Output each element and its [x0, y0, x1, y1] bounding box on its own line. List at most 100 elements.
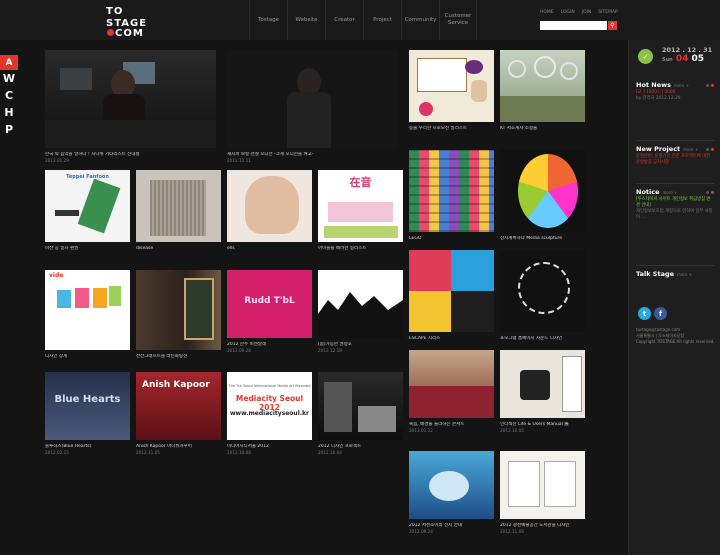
right-sidebar: ✓ 2012 . 12 . 31 Sun 04 05 Hot News more … [628, 40, 720, 555]
project-tile[interactable]: ESCAPE 시리즈 [409, 250, 494, 342]
tile-thumbnail[interactable] [500, 250, 585, 332]
project-tile[interactable]: 인터섹션 Life & Users Manual 展 2012.10.05 [500, 350, 585, 434]
project-tile[interactable]: LEGO [409, 150, 494, 242]
tile-thumbnail[interactable]: 在音 [318, 170, 403, 242]
search-input[interactable] [540, 21, 607, 30]
tile-thumbnail[interactable] [500, 350, 585, 418]
tile-thumbnail[interactable] [136, 270, 221, 350]
notice-more-link[interactable]: more + [663, 190, 678, 195]
tile-thumbnail[interactable] [500, 50, 585, 122]
tile-thumbnail[interactable] [409, 150, 494, 232]
mountain-graphic [318, 292, 403, 338]
project-tile[interactable]: The 7th Seoul International Media Art Bi… [227, 372, 312, 456]
nav-tostage[interactable]: Tostage [249, 0, 287, 40]
tile-thumbnail[interactable]: Rudd T'bL [227, 270, 312, 338]
side-menu-h[interactable]: H [0, 104, 18, 121]
nav-project[interactable]: Project [363, 0, 401, 40]
project-tile[interactable]: Anish Kapoor Anish Kapoor 아니쉬카푸어 2012.11… [136, 372, 221, 456]
tile-thumbnail[interactable]: Teppei Fanfoon [45, 170, 130, 242]
tile-thumbnail[interactable] [409, 250, 494, 332]
util-login-link[interactable]: LOGIN [561, 10, 575, 15]
pager-dots[interactable] [706, 147, 714, 151]
project-tile[interactable]: 한국 락 음악을 말하다 ! 시나위 기타리스트 신대철 2013.01.29 [45, 50, 216, 164]
facebook-icon[interactable]: f [654, 307, 667, 320]
hot-news-body[interactable]: [교 ] 1000 [ ] 0000 by 관리자 2012.12.29 [636, 90, 714, 102]
logo-line-1: TO [106, 6, 124, 17]
tile-thumbnail[interactable] [500, 451, 585, 519]
date-year-month-day: 2012 . 12 . 31 [662, 46, 713, 54]
tile-thumbnail[interactable] [227, 50, 398, 148]
pager-dots[interactable] [706, 190, 714, 194]
util-home-link[interactable]: HOME [540, 10, 554, 15]
project-tile[interactable]: 2012 디자인 프로젝트 2012.10.04 [318, 372, 403, 456]
project-tile[interactable]: KT 서초계사 조형물 [500, 50, 585, 132]
project-tile[interactable]: Teppei Fanfoon 마산 공 일차 편권 [45, 170, 130, 252]
tile-date: 2013.01.12 [409, 428, 433, 433]
talk-stage-more-link[interactable]: more + [677, 272, 692, 277]
tile-thumbnail[interactable]: Blue Hearts [45, 372, 130, 440]
tile-thumbnail[interactable] [318, 372, 403, 440]
side-menu-a[interactable]: A [0, 55, 18, 70]
project-tile[interactable]: 在音 아이들을 배려한 일러스트 [318, 170, 403, 252]
tile-date: 2012.09.24 [409, 529, 433, 534]
project-tile[interactable]: 2012 광천예술공간 도서관을 디자인 2012.11.08 [500, 451, 585, 535]
nav-website[interactable]: Website [287, 0, 325, 40]
nav-community[interactable]: Community [401, 0, 439, 40]
util-join-link[interactable]: JOIN [582, 10, 592, 15]
new-project-more-link[interactable]: more + [683, 147, 698, 152]
project-tile[interactable]: (봄)가능한 권정호 2012.12.18 [318, 270, 403, 354]
notice-body[interactable]: [투스테이지 사이트 개인정보 취급방침 변경 안내] 개인정보보호법 개정으로… [636, 197, 714, 221]
project-tile[interactable]: 전시계획하다 Media sculpture [500, 150, 585, 242]
tile-thumbnail[interactable]: The 7th Seoul International Media Art Bi… [227, 372, 312, 440]
talk-stage-section: Talk Stage more + [636, 269, 714, 279]
side-menu: A W C H P [0, 55, 18, 138]
nav-creator[interactable]: Creator [325, 0, 363, 40]
project-tile[interactable]: Blue Hearts 블루하츠(Blue Hearts) 2012.02.15 [45, 372, 130, 456]
tile-thumbnail[interactable]: vide [45, 270, 130, 350]
project-tile[interactable]: disease [136, 170, 221, 252]
side-menu-w[interactable]: W [0, 70, 18, 87]
tile-thumbnail[interactable] [227, 170, 312, 242]
project-tile[interactable]: 동물 우리한 프로모션 일러스트 [409, 50, 494, 132]
tile-thumbnail[interactable] [500, 150, 585, 232]
side-menu-p[interactable]: P [0, 121, 18, 138]
hot-news-more-link[interactable]: more + [674, 83, 689, 88]
tile-thumbnail[interactable] [318, 270, 403, 338]
project-tile[interactable]: 선전그래프트들 라틴화랑전 [136, 270, 221, 360]
nav-customer-service[interactable]: Customer Service [439, 0, 477, 40]
tile-caption: disease [136, 246, 154, 251]
thumb-url: www.mediacityseoul.kr [230, 410, 309, 417]
tostage-logo[interactable]: TO STAGE COM [103, 6, 163, 39]
tile-thumbnail[interactable] [409, 50, 494, 122]
tile-thumbnail[interactable]: Anish Kapoor [136, 372, 221, 440]
contact-info: tostage@tostage.com 서울특별시 | 투스테이지닷컴 Copy… [636, 327, 718, 345]
project-tile[interactable]: 복음, 배경을 울리하는 콘서트 2013.01.12 [409, 350, 494, 434]
project-tile[interactable]: 재시퍼 보컬 천철 오디션 -크게 오디션을 켜고- 2012.12.11 [227, 50, 398, 164]
tile-date: 2012.12.18 [318, 348, 342, 353]
notice-title: Notice more + [636, 187, 714, 197]
util-sitemap-link[interactable]: SITEMAP [598, 10, 617, 15]
tile-date: 2012.10.05 [500, 428, 524, 433]
tile-caption: 전시계획하다 Media sculpture [500, 236, 563, 241]
twitter-icon[interactable]: t [638, 307, 651, 320]
new-project-body[interactable]: 운영관련, 운영기관 전문 프로젝트에 대한 운영방침 공지사항 [636, 154, 714, 166]
tile-thumbnail[interactable] [45, 50, 216, 148]
project-tile[interactable]: 포모그램 홈페이지 사운드 디자인 [500, 250, 585, 342]
project-tile[interactable]: ells [227, 170, 312, 252]
tile-caption: ESCAPE 시리즈 [409, 336, 441, 341]
project-tile[interactable]: 2012 서천조이의 전시 안내 2012.09.24 [409, 451, 494, 535]
copyright: Copyright TOSTAGE All rights reserved. [636, 339, 715, 344]
hot-news-section: Hot News more + [교 ] 1000 [ ] 0000 by 관리자… [636, 80, 714, 102]
thumb-subtitle: The 7th Seoul International Media Art Bi… [228, 384, 311, 388]
search-button[interactable]: ⚲ [608, 21, 617, 30]
project-tile[interactable]: vide 디자인 장게 [45, 270, 130, 360]
tile-date: 2012.11.05 [136, 450, 160, 455]
tile-thumbnail[interactable] [136, 170, 221, 242]
tile-caption: ells [227, 246, 235, 251]
tile-caption: 디자인 장게 [45, 354, 68, 359]
side-menu-c[interactable]: C [0, 87, 18, 104]
tile-thumbnail[interactable] [409, 451, 494, 519]
project-tile[interactable]: Rudd T'bL 2012 한주 비엔날레 2012.09.28 [227, 270, 312, 354]
pager-dots[interactable] [706, 83, 714, 87]
tile-thumbnail[interactable] [409, 350, 494, 418]
